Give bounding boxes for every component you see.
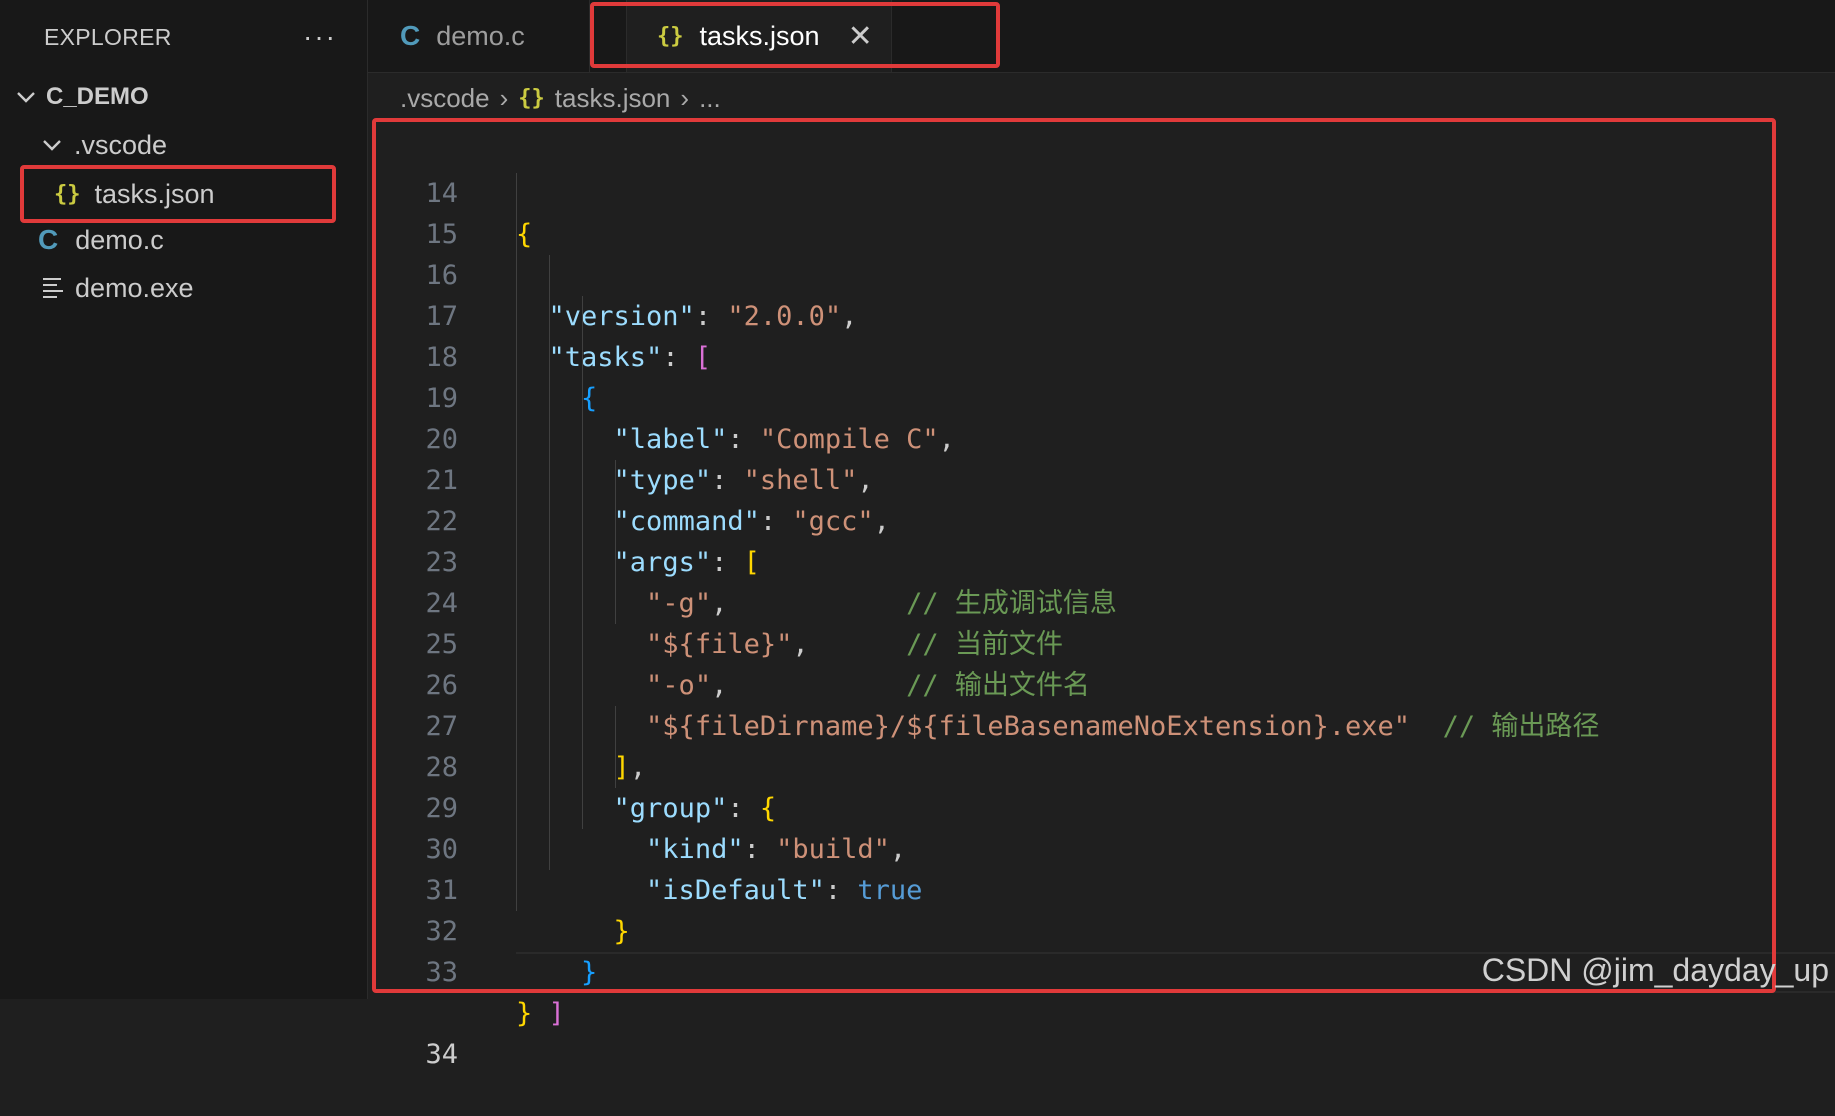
- breadcrumb-more[interactable]: ...: [699, 83, 721, 114]
- tree-file-demo-exe[interactable]: demo.exe: [0, 264, 411, 312]
- code-line: 24 "-o", // 输出文件名: [368, 542, 1835, 701]
- chevron-down-icon: [14, 85, 38, 109]
- code-line: 19 "type": "shell",: [368, 337, 1835, 496]
- tree-folder-vscode[interactable]: .vscode: [0, 121, 408, 169]
- code-editor[interactable]: 14 { 15 "version": "2.0.0", 16 "tasks": …: [368, 120, 1835, 1070]
- code-line: 28 "kind": "build",: [368, 706, 1835, 865]
- code-line: 33 }: [368, 911, 1835, 1029]
- tab-tasks-json[interactable]: {} tasks.json ✕: [626, 0, 892, 72]
- tree-root-c-demo[interactable]: C_DEMO: [0, 73, 382, 121]
- code-line: 23 "${file}", // 当前文件: [368, 501, 1835, 660]
- tab-demo-c[interactable]: C demo.c: [368, 0, 590, 72]
- breadcrumb: .vscode › {} tasks.json › ...: [400, 78, 721, 118]
- tree-file-tasks-json[interactable]: {} tasks.json: [0, 170, 422, 218]
- code-line: 21 "args": [: [368, 419, 1835, 578]
- explorer-title: EXPLORER: [44, 23, 172, 50]
- tab-bar: C demo.c {} tasks.json ✕: [368, 0, 1835, 73]
- json-file-icon: {}: [54, 181, 81, 207]
- code-line: 14 {: [368, 132, 1835, 250]
- code-line: 30 }: [368, 788, 1835, 947]
- watermark: CSDN @jim_dayday_up: [1481, 952, 1829, 988]
- chevron-right-icon: ›: [680, 82, 690, 113]
- code-line: 25 "${fileDirname}/${fileBasenameNoExten…: [368, 583, 1835, 742]
- code-line: 16 "tasks": [: [368, 214, 1835, 373]
- tab-label: demo.c: [436, 20, 525, 51]
- chevron-down-icon: [40, 133, 64, 157]
- more-actions-icon[interactable]: ···: [303, 21, 337, 53]
- close-icon[interactable]: ✕: [848, 19, 873, 54]
- code-line: 32 ]: [368, 870, 1835, 1029]
- code-line: 17 {: [368, 255, 1835, 414]
- line-number: 34: [425, 1039, 458, 1070]
- json-file-icon: {}: [657, 23, 684, 49]
- code-line: 29 "isDefault": true: [368, 747, 1835, 906]
- tree-file-label: demo.exe: [75, 272, 194, 303]
- code-line: 18 "label": "Compile C",: [368, 296, 1835, 455]
- breadcrumb-file[interactable]: tasks.json: [555, 83, 671, 114]
- tree-file-label: tasks.json: [94, 178, 215, 209]
- c-file-icon: C: [38, 224, 59, 255]
- tree-folder-label: .vscode: [74, 129, 168, 160]
- code-line: 20 "command": "gcc",: [368, 378, 1835, 537]
- json-file-icon: {}: [518, 85, 545, 111]
- explorer-header: EXPLORER ···: [0, 0, 367, 74]
- tree-file-label: demo.c: [75, 224, 164, 255]
- exe-file-icon: [43, 278, 63, 298]
- code-line: 22 "-g", // 生成调试信息: [368, 460, 1835, 619]
- code-line: 27 "group": {: [368, 665, 1835, 824]
- code-lines[interactable]: 14 { 15 "version": "2.0.0", 16 "tasks": …: [368, 132, 1835, 1070]
- tree-root-label: C_DEMO: [46, 83, 149, 110]
- chevron-right-icon: ›: [499, 82, 509, 113]
- code-line: 15 "version": "2.0.0",: [368, 173, 1835, 332]
- tree-file-demo-c[interactable]: C demo.c: [0, 216, 406, 264]
- c-file-icon: C: [400, 20, 421, 51]
- explorer-sidebar: EXPLORER ··· C_DEMO .vscode {} tasks.jso…: [0, 0, 368, 999]
- breadcrumb-folder[interactable]: .vscode: [400, 83, 490, 114]
- code-line: 31 }: [368, 829, 1835, 988]
- tab-label: tasks.json: [699, 20, 820, 51]
- code-line: 26 ],: [368, 624, 1835, 783]
